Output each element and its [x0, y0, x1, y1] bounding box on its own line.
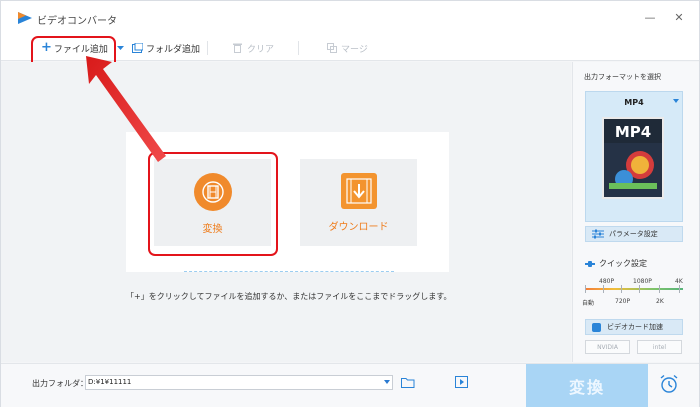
nvidia-badge[interactable]: NVIDIA — [585, 340, 630, 354]
add-folder-button[interactable]: フォルダ追加 — [132, 39, 200, 57]
slider-tick — [621, 285, 622, 293]
parameter-settings-label: パラメータ設定 — [609, 230, 658, 238]
merge-label: マージ — [341, 44, 368, 55]
drop-zone-divider — [184, 271, 394, 272]
nvidia-label: NVIDIA — [597, 343, 618, 351]
minimize-icon[interactable]: — — [642, 10, 658, 26]
intel-badge[interactable]: intel — [637, 340, 682, 354]
quality-label-720p: 720P — [615, 298, 631, 305]
drop-hint: 「+」をクリックしてファイルを追加するか、またはファイルをここまでドラッグします… — [126, 292, 452, 301]
intel-label: intel — [652, 343, 667, 351]
quick-settings: クイック設定 — [585, 258, 647, 269]
add-file-dropdown-icon[interactable] — [117, 46, 124, 51]
clear-button[interactable]: クリア — [233, 39, 274, 57]
output-format-panel: 出力フォーマットを選択 MP4 MP4 パラメータ設定 クイック設定 480P … — [572, 62, 699, 362]
clear-label: クリア — [247, 44, 275, 55]
slider-tick — [679, 285, 680, 293]
quality-label-2k: 2K — [656, 298, 664, 305]
slider-tick — [639, 285, 640, 293]
toolbar-divider — [207, 41, 208, 55]
download-tile-label: ダウンロード — [328, 222, 389, 233]
merge-icon — [327, 43, 337, 53]
output-list-icon[interactable] — [455, 376, 468, 388]
quality-label-auto: 自動 — [582, 300, 595, 307]
slider-tick — [585, 285, 586, 293]
pointer-arrow-icon — [86, 56, 166, 162]
format-dropdown-icon[interactable] — [673, 99, 679, 103]
gpu-acceleration-label: ビデオカード加速 — [607, 323, 663, 331]
film-reel-icon — [604, 143, 662, 197]
quality-label-4k: 4K — [675, 278, 683, 285]
open-folder-icon[interactable] — [401, 377, 415, 388]
toolbar-divider — [298, 41, 299, 55]
slider-tick — [603, 285, 604, 293]
output-folder-field[interactable]: D:¥1¥11111 — [85, 375, 393, 390]
close-icon[interactable]: ✕ — [671, 10, 687, 26]
convert-button-label: 変換 — [568, 377, 605, 397]
download-icon — [340, 173, 377, 209]
format-name: MP4 — [624, 98, 644, 107]
format-image-label: MP4 — [614, 123, 652, 141]
gpu-icon — [592, 322, 601, 332]
mp4-format-image: MP4 — [602, 117, 664, 199]
output-format-title: 出力フォーマットを選択 — [584, 73, 661, 81]
output-folder-value: D:¥1¥11111 — [88, 378, 132, 386]
download-tile[interactable]: ダウンロード — [300, 159, 417, 246]
output-folder-dropdown-icon[interactable] — [384, 380, 390, 384]
quick-settings-label: クイック設定 — [599, 259, 647, 268]
format-selector[interactable]: MP4 MP4 — [585, 91, 683, 222]
convert-button[interactable]: 変換 — [526, 364, 648, 407]
folder-plus-icon — [132, 43, 143, 53]
slider-tick — [659, 285, 660, 293]
output-folder-label: 出力フォルダ： — [32, 379, 88, 388]
quality-label-1080p: 1080P — [633, 278, 652, 285]
gpu-acceleration-button[interactable]: ビデオカード加速 — [585, 319, 683, 335]
quality-label-480p: 480P — [599, 278, 615, 285]
app-logo-icon — [18, 12, 32, 24]
quality-slider[interactable] — [585, 288, 683, 290]
merge-button[interactable]: マージ — [327, 39, 368, 57]
bottom-bar: 出力フォルダ： D:¥1¥11111 変換 — [1, 363, 699, 407]
convert-tile-highlight — [148, 152, 278, 256]
window-title: ビデオコンバータ — [37, 16, 117, 27]
parameter-settings-button[interactable]: パラメータ設定 — [585, 226, 683, 242]
app-window: ビデオコンバータ — ✕ + ファイル追加 フォルダ追加 クリア マージ 変換 … — [0, 0, 700, 407]
trash-icon — [233, 43, 242, 53]
alarm-clock-icon[interactable] — [659, 374, 679, 394]
title-bar: ビデオコンバータ — ✕ — [1, 1, 699, 35]
quick-settings-icon — [585, 260, 595, 267]
sliders-icon — [592, 229, 604, 239]
add-folder-label: フォルダ追加 — [146, 44, 201, 55]
